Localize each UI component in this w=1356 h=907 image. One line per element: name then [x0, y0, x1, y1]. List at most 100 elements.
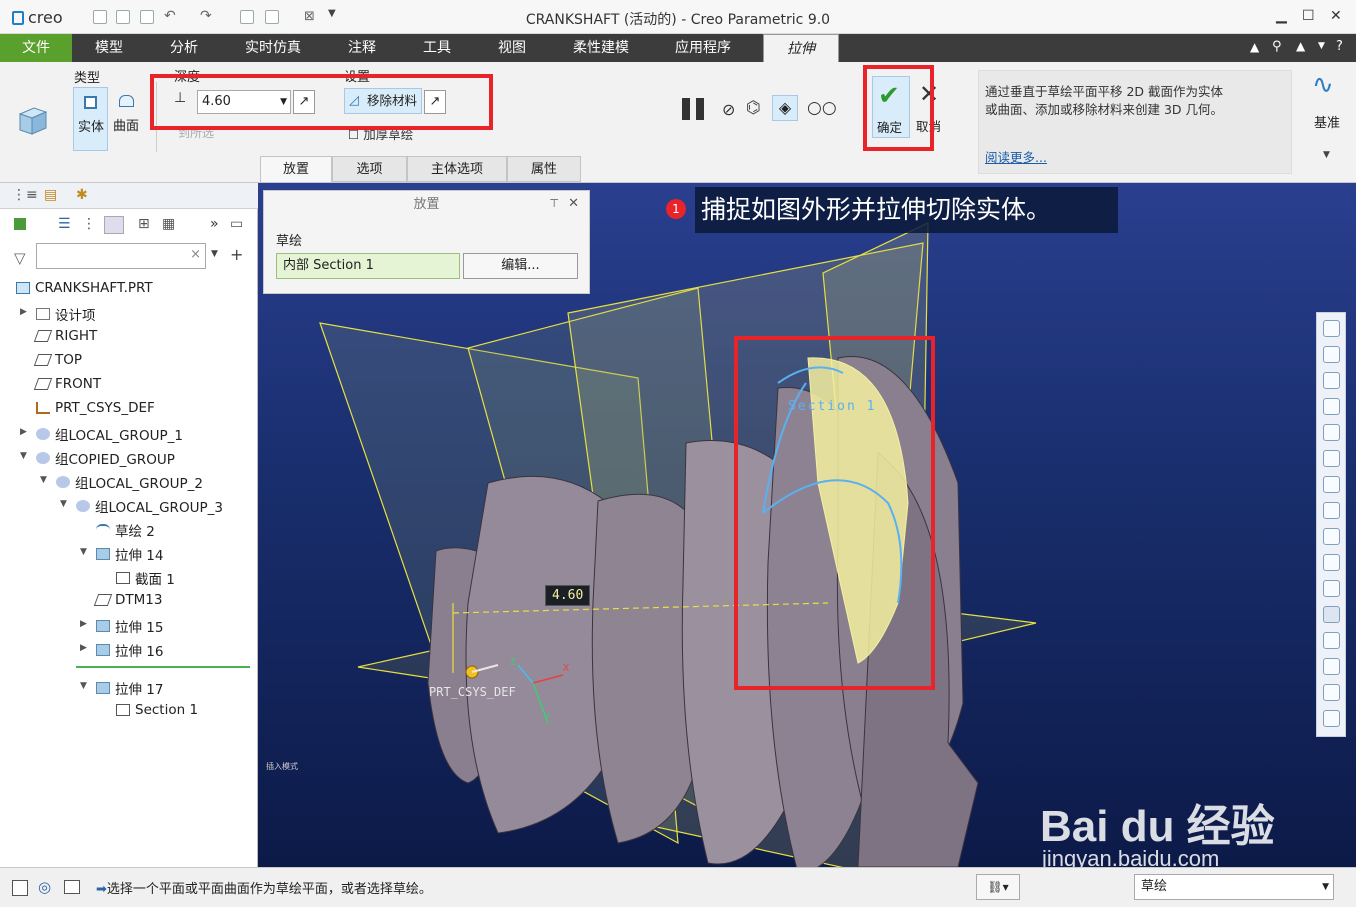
tree-item-front[interactable]: FRONT: [33, 376, 101, 392]
display-style-icon[interactable]: [1323, 424, 1340, 441]
solid-button[interactable]: 实体: [73, 87, 108, 151]
annotation-display-icon[interactable]: [1323, 580, 1340, 597]
selection-filter-select[interactable]: 草绘 ▼: [1134, 874, 1334, 900]
surface-button[interactable]: 曲面: [110, 87, 145, 151]
tree-item-section-1[interactable]: Section 1: [116, 702, 198, 718]
tree-item-design-items[interactable]: 设计项: [36, 304, 96, 324]
tree-root[interactable]: CRANKSHAFT.PRT: [16, 280, 153, 296]
tab-applications[interactable]: 应用程序: [665, 34, 741, 62]
clear-search-icon[interactable]: ×: [190, 247, 201, 262]
tree-item-local-group-1[interactable]: 组LOCAL_GROUP_1: [36, 424, 183, 444]
spin-center-icon[interactable]: [1323, 606, 1340, 623]
search-icon[interactable]: ⚲: [1272, 39, 1282, 54]
expand-icon[interactable]: ▶: [80, 643, 87, 653]
filter-dropdown-icon[interactable]: ▼: [1322, 875, 1329, 899]
folder-browser-tab-icon[interactable]: ▤: [44, 187, 57, 203]
subtab-placement[interactable]: 放置: [260, 156, 332, 182]
datum-display-icon[interactable]: [1323, 554, 1340, 571]
separate-preview-icon[interactable]: ⌬: [746, 98, 761, 118]
section-view-icon[interactable]: [1323, 528, 1340, 545]
subtab-body-options[interactable]: 主体选项: [407, 156, 507, 182]
verify-mode-glasses-icon[interactable]: ○○: [807, 98, 837, 118]
full-screen-icon[interactable]: [64, 880, 80, 894]
collapse-icon[interactable]: ▼: [20, 451, 27, 461]
zoom-in-icon[interactable]: [1323, 346, 1340, 363]
tree-item-local-group-2[interactable]: 组LOCAL_GROUP_2: [56, 472, 203, 492]
document-icon[interactable]: ▭: [230, 216, 243, 232]
navigator-toggle-icon[interactable]: [12, 880, 28, 896]
show-icon[interactable]: [104, 216, 124, 234]
collapse-icon[interactable]: ▼: [80, 547, 87, 557]
collapse-ribbon-icon[interactable]: ▲: [1250, 40, 1259, 54]
expand-icon[interactable]: ▶: [20, 307, 27, 317]
collapse-icon[interactable]: ▼: [40, 475, 47, 485]
zoom-out-icon[interactable]: [1323, 372, 1340, 389]
sketch-display-icon[interactable]: [1323, 632, 1340, 649]
pin-icon[interactable]: ⊤: [549, 197, 559, 210]
tree-item-csys[interactable]: PRT_CSYS_DEF: [36, 400, 155, 416]
search-dropdown-icon[interactable]: ▼: [211, 249, 218, 259]
minimize-icon[interactable]: ▁: [1276, 8, 1287, 24]
insert-indicator[interactable]: [76, 666, 250, 668]
tree-item-copied-group[interactable]: 组COPIED_GROUP: [36, 448, 175, 468]
close-icon[interactable]: ✕: [1330, 8, 1342, 24]
find-icon[interactable]: ⛓▾: [976, 874, 1020, 900]
pause-icon[interactable]: [682, 98, 690, 120]
pause-view-icon[interactable]: [1323, 684, 1340, 701]
tab-extrude[interactable]: 拉伸: [763, 34, 839, 63]
help-icon[interactable]: ?: [1336, 39, 1343, 54]
tree-search-input[interactable]: ×: [36, 243, 206, 269]
tree-item-top[interactable]: TOP: [33, 352, 82, 368]
tab-flexible-modeling[interactable]: 柔性建模: [563, 34, 639, 62]
filter-icon[interactable]: ▽: [14, 249, 26, 267]
subtab-properties[interactable]: 属性: [507, 156, 581, 182]
tree-columns-icon[interactable]: ⋮: [82, 216, 96, 232]
tree-filter-icon[interactable]: ⊞: [138, 216, 150, 232]
tree-item-local-group-3[interactable]: 组LOCAL_GROUP_3: [76, 496, 223, 516]
read-more-link[interactable]: 阅读更多...: [985, 147, 1047, 166]
expand-icon[interactable]: ▶: [20, 427, 27, 437]
tree-item-extrude-17[interactable]: 拉伸 17: [96, 678, 163, 698]
datum-dropdown-icon[interactable]: ▼: [1323, 150, 1330, 160]
dimension-display-icon[interactable]: [1323, 658, 1340, 675]
collapse-icon[interactable]: ▼: [80, 681, 87, 691]
tree-item-section-1-cn[interactable]: 截面 1: [116, 568, 175, 588]
refit-icon[interactable]: [1323, 320, 1340, 337]
browser-toggle-icon[interactable]: ◎: [38, 878, 51, 896]
datum-curve-icon[interactable]: ∿: [1312, 70, 1334, 100]
perspective-icon[interactable]: [1323, 502, 1340, 519]
no-preview-icon[interactable]: ⊘: [722, 100, 735, 119]
favorites-tab-icon[interactable]: ✱: [76, 187, 88, 203]
tree-item-extrude-16[interactable]: 拉伸 16: [96, 640, 163, 660]
repaint-icon[interactable]: [1323, 398, 1340, 415]
sketch-collector[interactable]: 内部 Section 1: [276, 253, 460, 279]
tree-settings-icon[interactable]: ▦: [162, 216, 175, 232]
collapse-icon[interactable]: ▼: [60, 499, 67, 509]
saved-orientations-icon[interactable]: [1323, 450, 1340, 467]
maximize-icon[interactable]: ☐: [1302, 8, 1315, 24]
tab-view[interactable]: 视图: [483, 34, 541, 62]
mortarboard-icon[interactable]: ▲: [1296, 39, 1305, 53]
view-manager-icon[interactable]: [1323, 476, 1340, 493]
tab-annotate[interactable]: 注释: [333, 34, 391, 62]
more-icon[interactable]: »: [210, 216, 219, 232]
datum-label[interactable]: 基准: [1314, 112, 1340, 131]
attached-preview-icon[interactable]: ◈: [772, 95, 798, 121]
model-icon[interactable]: [14, 218, 26, 230]
sketch-view-icon[interactable]: [1323, 710, 1340, 727]
depth-dimension-label[interactable]: 4.60: [545, 585, 591, 606]
tab-model[interactable]: 模型: [80, 34, 138, 62]
tree-item-extrude-14[interactable]: 拉伸 14: [96, 544, 163, 564]
tab-tools[interactable]: 工具: [408, 34, 466, 62]
tab-file[interactable]: 文件: [0, 34, 72, 62]
expand-icon[interactable]: ▶: [80, 619, 87, 629]
tab-live-simulation[interactable]: 实时仿真: [235, 34, 311, 62]
tree-list-icon[interactable]: ☰: [58, 216, 71, 232]
panel-close-icon[interactable]: ✕: [568, 196, 579, 211]
tree-item-right[interactable]: RIGHT: [33, 328, 97, 344]
tree-item-sketch-2[interactable]: 草绘 2: [96, 520, 155, 540]
edit-sketch-button[interactable]: 编辑...: [463, 253, 578, 279]
tree-item-dtm13[interactable]: DTM13: [93, 592, 162, 608]
tab-analysis[interactable]: 分析: [155, 34, 213, 62]
tree-item-extrude-15[interactable]: 拉伸 15: [96, 616, 163, 636]
